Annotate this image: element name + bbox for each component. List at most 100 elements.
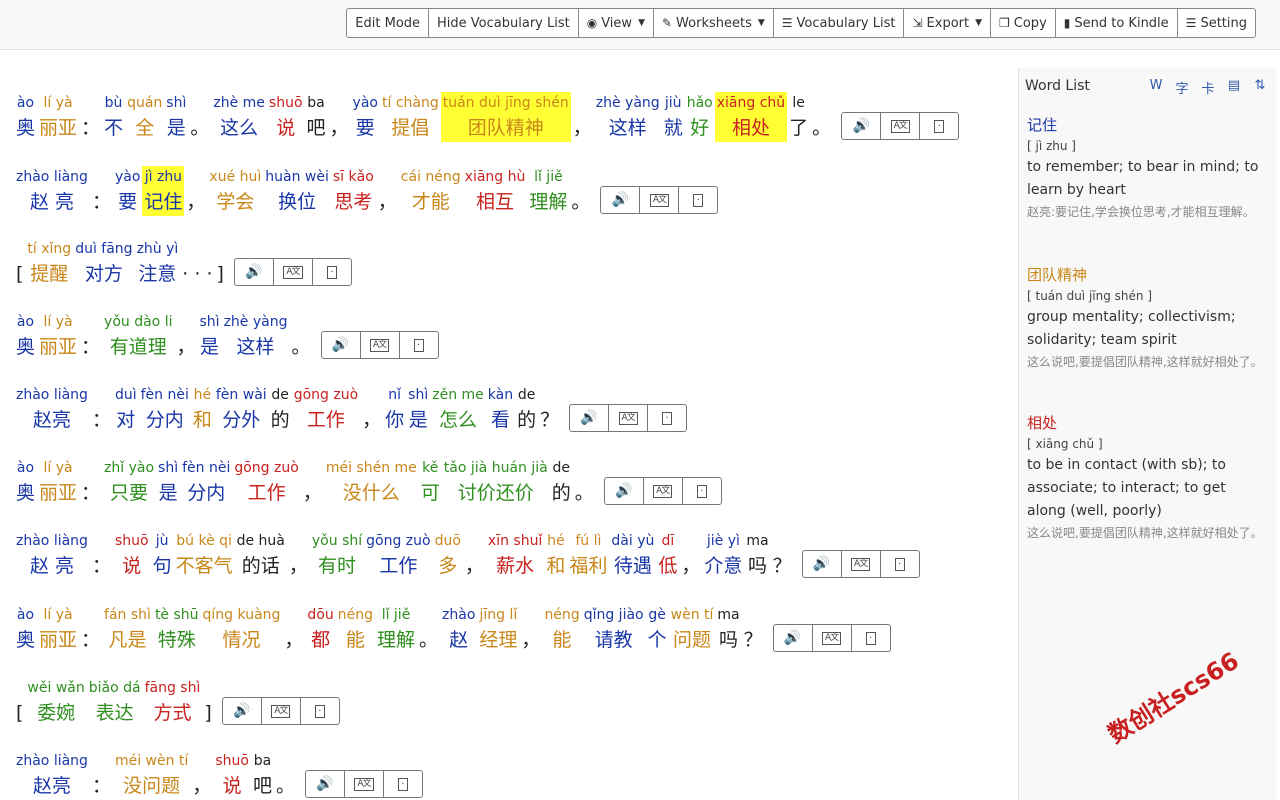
word-token[interactable]: tí chàng 提倡 bbox=[380, 92, 441, 142]
word-token[interactable]: gōng zuò 工作 bbox=[364, 530, 432, 580]
word-token[interactable]: zhào liàng 赵亮 bbox=[14, 384, 90, 434]
word-token[interactable]: quán 全 bbox=[125, 92, 164, 142]
word-token[interactable]: méi shén me 没什么 bbox=[324, 457, 419, 507]
word-token[interactable]: hé 和 bbox=[191, 384, 214, 434]
slides-icon[interactable]: ▤ bbox=[1226, 78, 1242, 97]
translate-button[interactable]: A文 bbox=[880, 112, 921, 140]
word-token[interactable]: de 的 bbox=[550, 457, 573, 507]
word-token[interactable]: zhè me 这么 bbox=[211, 92, 267, 142]
word-token[interactable]: yǒu shí 有时 bbox=[310, 530, 364, 580]
word-token[interactable]: xué huì 学会 bbox=[207, 166, 263, 216]
word-token[interactable]: lí yà 丽亚 bbox=[37, 311, 79, 361]
highlighted-word[interactable]: xiāng chǔ 相处 bbox=[714, 92, 788, 142]
translate-button[interactable]: A文 bbox=[359, 331, 400, 359]
word-token[interactable]: fèn wài 分外 bbox=[214, 384, 269, 434]
word-entry[interactable]: 相处 [ xiāng chǔ ] to be in contact (with sb… bbox=[1027, 412, 1267, 543]
play-audio-button[interactable]: 🔊 bbox=[600, 186, 641, 214]
word-token[interactable]: qǐng jiào 请教 bbox=[582, 604, 646, 654]
word-token[interactable]: lí yà 丽亚 bbox=[37, 604, 79, 654]
play-audio-button[interactable]: 🔊 bbox=[801, 550, 842, 578]
word-token[interactable]: dī 低 bbox=[656, 530, 679, 580]
word-token[interactable]: dài yù 待遇 bbox=[609, 530, 656, 580]
document-button[interactable]: · bbox=[647, 404, 688, 432]
word-token[interactable]: lǐ jiě 理解 bbox=[375, 604, 417, 654]
document-button[interactable]: · bbox=[311, 258, 352, 286]
word-entry[interactable]: 团队精神 [ tuán duì jīng shén ] group mentalit… bbox=[1027, 264, 1267, 372]
translate-button[interactable]: A文 bbox=[811, 624, 852, 652]
hide-vocabulary-list-button[interactable]: Hide Vocabulary List bbox=[428, 8, 579, 38]
word-token[interactable]: gōng zuò 工作 bbox=[232, 457, 300, 507]
word-token[interactable]: lǐ jiě 理解 bbox=[527, 166, 569, 216]
word-token[interactable]: duì 对 bbox=[113, 384, 139, 434]
translate-button[interactable]: A文 bbox=[272, 258, 313, 286]
play-audio-button[interactable]: 🔊 bbox=[233, 258, 274, 286]
word-token[interactable]: shì 是 bbox=[198, 311, 222, 361]
word-token[interactable]: qíng kuàng 情况 bbox=[201, 604, 283, 654]
translate-button[interactable]: A文 bbox=[343, 770, 384, 798]
word-token[interactable]: néng 能 bbox=[542, 604, 581, 654]
play-audio-button[interactable]: 🔊 bbox=[841, 112, 882, 140]
word-token[interactable]: méi wèn tí 没问题 bbox=[113, 750, 190, 800]
word-entry[interactable]: 记住 [ jì zhu ] to remember; to bear in mind… bbox=[1027, 114, 1267, 222]
word-token[interactable]: de 的 bbox=[269, 384, 292, 434]
play-audio-button[interactable]: 🔊 bbox=[320, 331, 361, 359]
word-token[interactable]: jiù 就 bbox=[662, 92, 685, 142]
setting-button[interactable]: ☰ Setting bbox=[1176, 8, 1256, 38]
edit-mode-button[interactable]: Edit Mode bbox=[346, 8, 430, 38]
word-token[interactable]: shuō 说 bbox=[267, 92, 305, 142]
word-token[interactable]: jīng lǐ 经理 bbox=[477, 604, 519, 654]
word-token[interactable]: hǎo 好 bbox=[685, 92, 715, 142]
worksheets-button[interactable]: ✎ Worksheets ▼ bbox=[652, 8, 774, 38]
send-to-kindle-button[interactable]: ▮ Send to Kindle bbox=[1054, 8, 1178, 38]
word-token[interactable]: zhào liàng 赵亮 bbox=[14, 750, 90, 800]
translate-button[interactable]: A文 bbox=[639, 186, 680, 214]
word-token[interactable]: lí yà 丽亚 bbox=[37, 92, 79, 142]
sort-icon[interactable]: ⇅ bbox=[1252, 78, 1268, 97]
word-token[interactable]: jiè yì 介意 bbox=[702, 530, 744, 580]
character-icon[interactable]: 字 bbox=[1174, 78, 1190, 97]
word-token[interactable]: jù 句 bbox=[151, 530, 174, 580]
word-token[interactable]: shì 是 bbox=[156, 457, 180, 507]
document-button[interactable]: · bbox=[382, 770, 423, 798]
word-token[interactable]: sī kǎo 思考 bbox=[331, 166, 376, 216]
document-button[interactable]: · bbox=[681, 477, 722, 505]
word-token[interactable]: nǐ 你 bbox=[383, 384, 406, 434]
word-token[interactable]: zěn me 怎么 bbox=[430, 384, 486, 434]
word-token[interactable]: zhè yàng 这样 bbox=[594, 92, 662, 142]
document-button[interactable]: · bbox=[398, 331, 439, 359]
word-token[interactable]: biǎo dá 表达 bbox=[87, 677, 143, 727]
word-token[interactable]: de huà 的话 bbox=[235, 530, 287, 580]
word-token[interactable]: huàn wèi 换位 bbox=[263, 166, 331, 216]
word-token[interactable]: bú kè qi 不客气 bbox=[174, 530, 235, 580]
translate-button[interactable]: A文 bbox=[608, 404, 649, 432]
word-token[interactable]: fāng shì 方式 bbox=[143, 677, 203, 727]
word-token[interactable]: tè shū 特殊 bbox=[153, 604, 201, 654]
copy-button[interactable]: ❐ Copy bbox=[990, 8, 1056, 38]
word-token[interactable]: yào 要 bbox=[351, 92, 380, 142]
word-token[interactable]: fú lì 福利 bbox=[567, 530, 609, 580]
document-button[interactable]: · bbox=[299, 697, 340, 725]
document-button[interactable]: · bbox=[678, 186, 719, 214]
word-token[interactable]: ba 吧 bbox=[251, 750, 274, 800]
flashcard-icon[interactable]: 卡 bbox=[1200, 78, 1216, 97]
word-token[interactable]: ba 吧 bbox=[305, 92, 328, 142]
word-token[interactable]: yào 要 bbox=[113, 166, 142, 216]
word-token[interactable]: bù 不 bbox=[102, 92, 125, 142]
play-audio-button[interactable]: 🔊 bbox=[569, 404, 610, 432]
word-token[interactable]: wèn tí 问题 bbox=[669, 604, 716, 654]
word-token[interactable]: ào 奥 bbox=[14, 457, 37, 507]
word-token[interactable]: shì 是 bbox=[406, 384, 430, 434]
word-token[interactable]: xiāng hù 相互 bbox=[463, 166, 528, 216]
word-token[interactable]: lí yà 丽亚 bbox=[37, 457, 79, 507]
export-button[interactable]: ⇲ Export ▼ bbox=[903, 8, 992, 38]
translate-button[interactable]: A文 bbox=[642, 477, 683, 505]
word-token[interactable]: cái néng 才能 bbox=[399, 166, 463, 216]
word-token[interactable]: tí xǐng 提醒 bbox=[25, 238, 73, 288]
document-button[interactable]: · bbox=[850, 624, 891, 652]
play-audio-button[interactable]: 🔊 bbox=[603, 477, 644, 505]
word-token[interactable]: ào 奥 bbox=[14, 92, 37, 142]
word-token[interactable]: ma 吗 bbox=[744, 530, 770, 580]
word-token[interactable]: zhù yì 注意 bbox=[135, 238, 181, 288]
word-token[interactable]: de 的 bbox=[515, 384, 538, 434]
word-token[interactable]: zhè yàng 这样 bbox=[222, 311, 290, 361]
